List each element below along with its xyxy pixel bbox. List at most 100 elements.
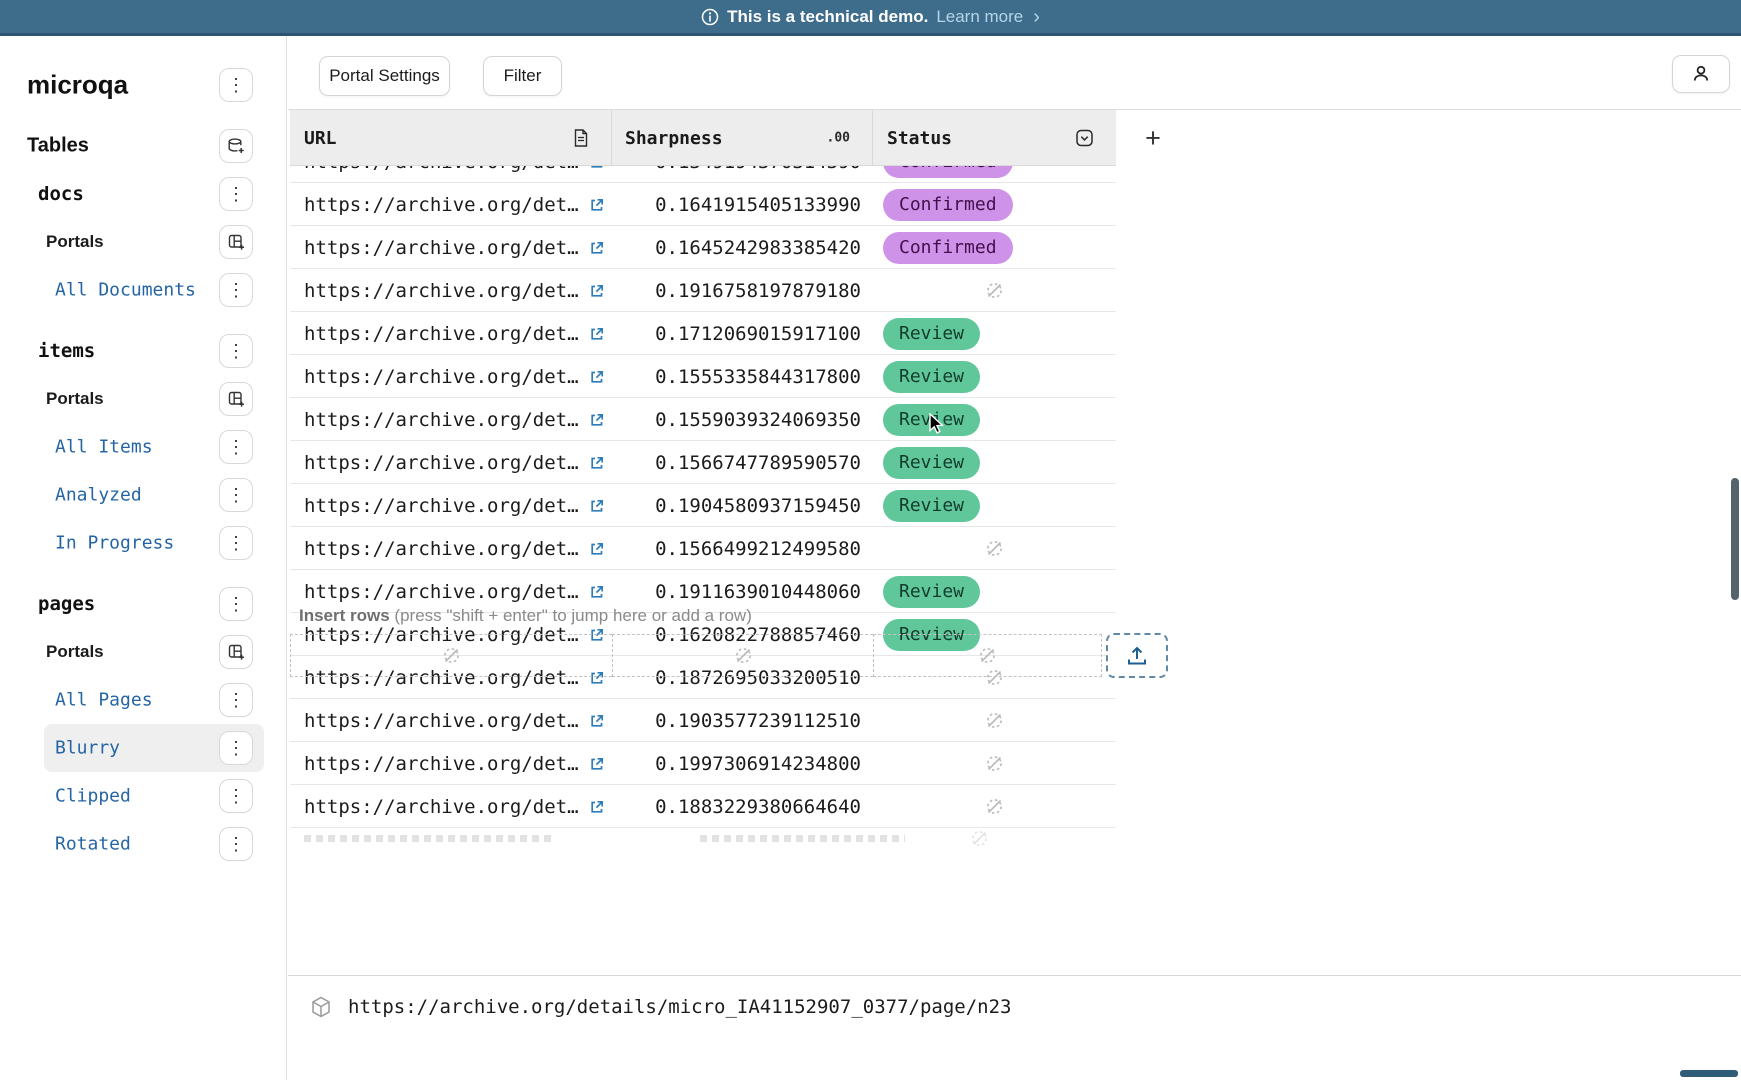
view-menu-button[interactable]: ⋮ (219, 526, 253, 560)
external-link-icon[interactable] (589, 166, 605, 170)
view-menu-button[interactable]: ⋮ (219, 430, 253, 464)
sidebar-table-pages[interactable]: pages (38, 593, 95, 615)
cell-status[interactable] (873, 785, 1116, 828)
sidebar-view-all-pages[interactable]: All Pages (55, 690, 153, 711)
cell-status[interactable] (873, 699, 1116, 742)
sidebar-table-docs[interactable]: docs (38, 183, 84, 205)
view-menu-button[interactable]: ⋮ (219, 273, 253, 307)
add-portal-button[interactable] (219, 225, 253, 259)
cell-url[interactable]: https://archive.org/det… (290, 484, 612, 527)
cell-status[interactable]: Review (873, 398, 1116, 441)
external-link-icon[interactable] (589, 369, 605, 385)
sidebar-view-all-documents[interactable]: All Documents (55, 280, 196, 301)
cell-sharpness[interactable]: 0.1566747789590570 (612, 441, 873, 484)
cell-sharpness[interactable]: 0.1712069015917100 (612, 312, 873, 355)
table-menu-button[interactable]: ⋮ (219, 334, 253, 368)
external-link-icon[interactable] (589, 756, 605, 772)
cell-sharpness[interactable]: 0.1916758197879180 (612, 269, 873, 312)
cell-sharpness[interactable]: 0.1555335844317800 (612, 355, 873, 398)
add-table-button[interactable] (219, 129, 253, 163)
sidebar-view-all-items[interactable]: All Items (55, 437, 153, 458)
cell-sharpness[interactable]: 0.1997306914234800 (612, 742, 873, 785)
add-portal-button[interactable] (219, 382, 253, 416)
sidebar-view-blurry[interactable]: Blurry (55, 738, 120, 759)
table-menu-button[interactable]: ⋮ (219, 177, 253, 211)
cell-url[interactable]: https://archive.org/det… (290, 355, 612, 398)
cell-sharpness[interactable]: 0.1903577239112510 (612, 699, 873, 742)
add-column-button[interactable]: + (1137, 122, 1169, 154)
cell-url[interactable]: https://archive.org/det… (290, 312, 612, 355)
external-link-icon[interactable] (589, 240, 605, 256)
cell-url[interactable]: https://archive.org/det… (290, 785, 612, 828)
sidebar-table-items[interactable]: items (38, 340, 95, 362)
external-link-icon[interactable] (589, 455, 605, 471)
app-menu-button[interactable]: ⋮ (219, 68, 253, 102)
external-link-icon[interactable] (589, 799, 605, 815)
external-link-icon[interactable] (589, 498, 605, 514)
cell-url[interactable]: https://archive.org/det… (290, 527, 612, 570)
view-menu-button[interactable]: ⋮ (219, 731, 253, 765)
view-menu-button[interactable]: ⋮ (219, 478, 253, 512)
insert-cell-url[interactable] (290, 634, 612, 677)
external-link-icon[interactable] (589, 326, 605, 342)
insert-cell-sharpness[interactable] (612, 634, 873, 677)
url-text: https://archive.org/det… (304, 581, 579, 603)
cell-status[interactable]: Review (873, 570, 1116, 613)
cell-url[interactable]: https://archive.org/det… (290, 226, 612, 269)
cell-url[interactable]: https://archive.org/det… (290, 742, 612, 785)
column-header-url[interactable]: URL (290, 110, 612, 166)
cell-sharpness[interactable]: 0.1645242983385420 (612, 226, 873, 269)
banner-learn-more-link[interactable]: Learn more (936, 7, 1023, 27)
cell-status[interactable]: Review (873, 355, 1116, 398)
cell-sharpness[interactable]: 0.1904580937159450 (612, 484, 873, 527)
cell-sharpness[interactable]: 0.1566499212499580 (612, 527, 873, 570)
column-header-status[interactable]: Status (873, 110, 1116, 166)
filter-button[interactable]: Filter (483, 56, 562, 96)
cell-status[interactable]: Review (873, 484, 1116, 527)
cell-status[interactable]: Review (873, 312, 1116, 355)
chevron-right-icon: › (1033, 7, 1040, 27)
cell-status[interactable]: Confirmed (873, 166, 1116, 183)
upload-rows-button[interactable] (1106, 633, 1168, 678)
insert-cell-status[interactable] (873, 634, 1102, 677)
cell-status[interactable] (873, 742, 1116, 785)
cell-url[interactable]: https://archive.org/det… (290, 398, 612, 441)
external-link-icon[interactable] (589, 412, 605, 428)
view-menu-button[interactable]: ⋮ (219, 683, 253, 717)
horizontal-scrollbar-thumb[interactable] (1680, 1070, 1738, 1077)
cell-sharpness[interactable]: 0.1559039324069350 (612, 398, 873, 441)
cell-url[interactable]: https://archive.org/det… (290, 441, 612, 484)
external-link-icon[interactable] (589, 283, 605, 299)
cell-status[interactable]: Confirmed (873, 183, 1116, 226)
cell-url[interactable]: https://archive.org/det… (290, 166, 612, 183)
portal-settings-button[interactable]: Portal Settings (319, 56, 450, 96)
sidebar-view-clipped[interactable]: Clipped (55, 786, 131, 807)
kebab-menu-icon: ⋮ (227, 739, 245, 757)
cell-status[interactable] (873, 527, 1116, 570)
cell-url[interactable]: https://archive.org/det… (290, 183, 612, 226)
external-link-icon[interactable] (589, 584, 605, 600)
cell-status[interactable]: Review (873, 441, 1116, 484)
cell-sharpness[interactable]: 0.1641915405133990 (612, 183, 873, 226)
main-content: Portal Settings Filter URL (288, 36, 1741, 1080)
user-account-button[interactable] (1672, 55, 1730, 93)
cell-url[interactable]: https://archive.org/det… (290, 269, 612, 312)
external-link-icon[interactable] (589, 197, 605, 213)
cell-sharpness[interactable]: 0.1883229380664640 (612, 785, 873, 828)
sidebar-view-rotated[interactable]: Rotated (55, 834, 131, 855)
sidebar-view-analyzed[interactable]: Analyzed (55, 485, 142, 506)
external-link-icon[interactable] (589, 713, 605, 729)
view-menu-button[interactable]: ⋮ (219, 779, 253, 813)
vertical-scrollbar-thumb[interactable] (1731, 478, 1739, 600)
add-portal-button[interactable] (219, 635, 253, 669)
cell-url[interactable]: https://archive.org/det… (290, 699, 612, 742)
sidebar-view-in-progress[interactable]: In Progress (55, 533, 174, 554)
empty-value-icon (985, 281, 1004, 300)
table-menu-button[interactable]: ⋮ (219, 587, 253, 621)
view-menu-button[interactable]: ⋮ (219, 827, 253, 861)
cell-status[interactable]: Confirmed (873, 226, 1116, 269)
cell-status[interactable] (873, 269, 1116, 312)
cell-sharpness[interactable]: 0.1349194370314390 (612, 166, 873, 183)
column-header-sharpness[interactable]: Sharpness .00 (612, 110, 873, 166)
external-link-icon[interactable] (589, 541, 605, 557)
